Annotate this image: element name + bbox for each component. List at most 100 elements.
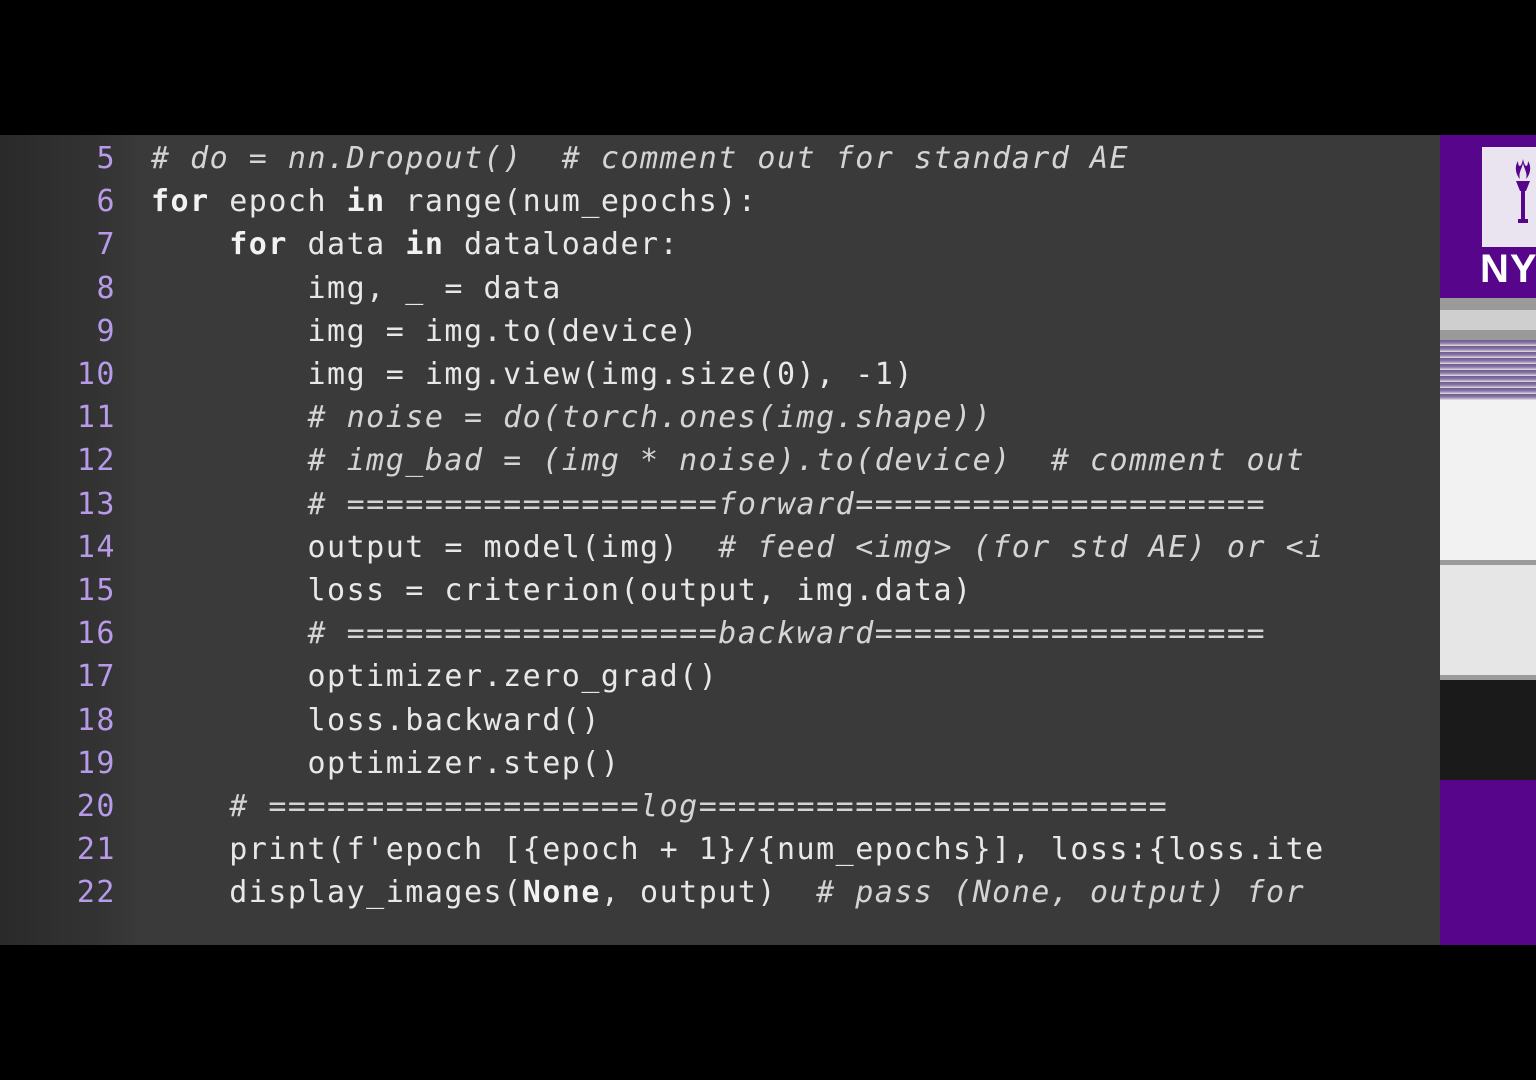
code-line: 18 loss.backward() [0,699,1440,742]
code-comment: # ===================backward===========… [307,616,1267,652]
code-text: # ===================backward===========… [151,612,1266,655]
code-comment: # img_bad = (img * noise).to(device) # c… [307,443,1306,479]
slide-thumbnail-header [1440,340,1536,400]
slide-thumbnail-strip [1440,310,1536,330]
code-text: for data in dataloader: [151,223,679,266]
code-text: print(f'epoch [{epoch + 1}/{num_epochs}]… [151,828,1325,871]
line-number: 12 [76,443,116,479]
code-line: 21 print(f'epoch [{epoch + 1}/{num_epoch… [0,828,1440,871]
code-comment: # ===================log================… [229,789,1169,824]
code-text: display_images(None, output) # pass (Non… [151,871,1305,914]
code-token: data [287,227,406,263]
code-text: loss.backward() [151,699,601,742]
logo-text: NY [1480,247,1536,291]
slide-thumbnail-shadow [1440,680,1536,780]
line-number: 16 [76,616,116,652]
code-editor: 5 # do = nn.Dropout() # comment out for s… [0,135,1440,945]
code-token: optimizer.zero_grad() [307,659,719,695]
code-line: 16 # ===================backward========… [0,612,1440,655]
code-keyword: in [405,227,445,263]
code-text: loss = criterion(output, img.data) [151,569,973,612]
code-line: 7 for data in dataloader: [0,223,1440,266]
code-token: epoch [209,184,347,220]
code-comment: # noise = do(torch.ones(img.shape)) [307,400,993,436]
code-token: dataloader: [444,227,680,263]
code-token: img = img.view(img.size(0), -1) [307,357,914,392]
code-text: img, _ = data [151,267,562,310]
code-comment: # pass (None, output) for [816,875,1306,911]
code-token: loss.backward() [307,702,601,738]
code-comment: # ===================forward============… [307,486,1267,522]
line-number: 17 [76,659,116,695]
code-text: img = img.view(img.size(0), -1) [151,353,914,396]
code-line: 10 img = img.view(img.size(0), -1) [0,353,1440,396]
line-number: 15 [76,573,116,608]
brand-banner-bottom [1440,780,1536,945]
code-line: 17 optimizer.zero_grad() [0,655,1440,698]
code-token: output = model(img) [307,529,719,565]
line-number: 22 [76,875,116,911]
line-number: 19 [76,745,116,781]
code-keyword: None [522,875,601,911]
code-keyword: in [346,184,386,220]
code-line: 14 output = model(img) # feed <img> (for… [0,526,1440,569]
line-number: 13 [76,486,116,522]
line-number: 9 [96,313,116,349]
code-text: output = model(img) # feed <img> (for st… [151,526,1325,569]
code-token: img = img.to(device) [307,313,699,349]
line-number: 21 [76,832,116,868]
line-number: 5 [96,141,116,176]
code-text: for epoch in range(num_epochs): [151,180,757,223]
code-line: 8 img, _ = data [0,267,1440,310]
code-token: display_images( [229,875,523,911]
code-token: optimizer.step() [307,745,621,781]
code-comment: # feed <img> (for std AE) or <i [718,529,1325,565]
code-keyword: for [229,227,288,263]
line-number: 20 [76,789,116,824]
code-text: # noise = do(torch.ones(img.shape)) [151,396,992,439]
slide-thumbnail-body [1440,400,1536,560]
slide-thumbnail-footer [1440,565,1536,675]
code-comment: # do = nn.Dropout() # comment out for st… [151,141,1130,176]
code-token: range(num_epochs): [385,184,758,220]
code-line: 9 img = img.to(device) [0,310,1440,353]
code-line: 22 display_images(None, output) # pass (… [0,871,1440,914]
code-line: 13 # ===================forward=========… [0,483,1440,526]
code-token: , output) [600,875,817,911]
code-token: loss = criterion(output, img.data) [307,573,973,608]
line-number: 8 [96,270,116,306]
line-number: 6 [96,184,116,220]
code-text: # ===================forward============… [151,483,1266,526]
side-panel: NY [1440,135,1536,945]
code-text: optimizer.step() [151,742,620,785]
code-text: # img_bad = (img * noise).to(device) # c… [151,439,1305,482]
code-text: # do = nn.Dropout() # comment out for st… [151,137,1129,180]
torch-icon [1515,159,1531,223]
code-line: 15 loss = criterion(output, img.data) [0,569,1440,612]
code-text: img = img.to(device) [151,310,699,353]
code-token: img, _ = data [307,270,562,306]
code-token: print(f'epoch [{epoch + 1}/{num_epochs}]… [229,832,1325,868]
code-line: 11 # noise = do(torch.ones(img.shape)) [0,396,1440,439]
code-keyword: for [151,184,210,220]
line-number: 7 [96,227,116,263]
video-frame: 5 # do = nn.Dropout() # comment out for s… [0,0,1536,1080]
code-line: 6 for epoch in range(num_epochs): [0,180,1440,223]
code-line: 19 optimizer.step() [0,742,1440,785]
brand-banner-top: NY [1440,135,1536,298]
line-number: 10 [76,357,116,392]
code-line: 5 # do = nn.Dropout() # comment out for s… [0,137,1440,180]
